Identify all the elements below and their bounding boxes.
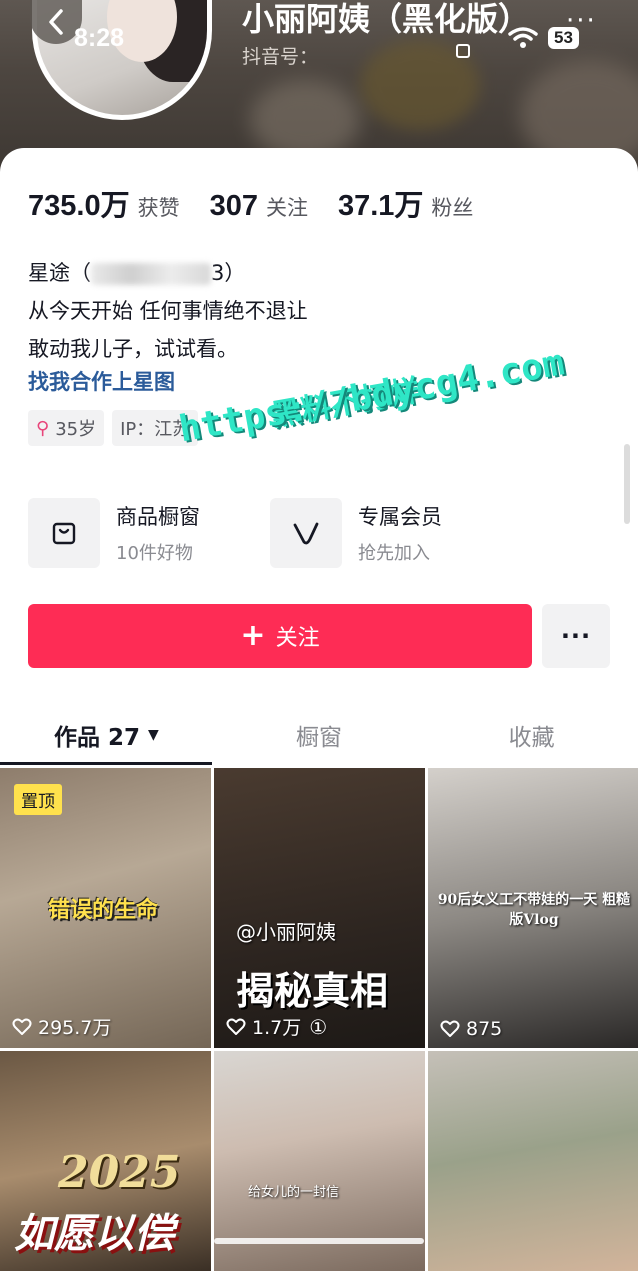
video-likes: 295.7万 <box>12 1013 111 1040</box>
heart-icon <box>440 1020 460 1037</box>
video-caption: 如愿以偿 <box>14 1211 174 1257</box>
profile-name: 小丽阿姨（黑化版） <box>242 0 531 38</box>
v-member-icon <box>270 498 342 568</box>
feature-title: 商品橱窗 <box>116 505 200 529</box>
video-caption: 揭秘真相 <box>236 969 389 1013</box>
like-count: 1.7万 <box>252 1017 302 1039</box>
bio-line-1: 星途（ 3） <box>28 254 308 292</box>
video-caption-mention: @小丽阿姨 <box>236 920 336 944</box>
cooperation-link[interactable]: 找我合作上星图 <box>28 366 175 396</box>
feature-title: 专属会员 <box>358 505 442 529</box>
like-count: 875 <box>466 1018 503 1040</box>
followers-label: 粉丝 <box>431 196 474 220</box>
video-caption: 给女儿的一封信 <box>248 1185 340 1200</box>
chevron-left-icon <box>49 9 63 35</box>
product-showcase-entry[interactable]: 商品橱窗 10件好物 <box>28 498 200 568</box>
home-indicator <box>214 1238 424 1244</box>
bio-line-1-suffix: 3） <box>211 261 246 285</box>
age-tag: ⚲ 35岁 <box>28 410 105 446</box>
video-thumbnail[interactable]: 置顶 错误的生命 295.7万 <box>0 768 211 1048</box>
video-thumbnail[interactable]: @小丽阿姨 揭秘真相 1.7万 ① <box>214 768 425 1048</box>
age-tag-label: 35岁 <box>55 419 97 440</box>
feature-subtitle: 10件好物 <box>116 543 193 564</box>
active-tab-indicator <box>0 762 212 765</box>
wifi-icon <box>508 27 538 48</box>
douyin-id-label[interactable]: 抖音号： <box>242 42 318 69</box>
episode-number: ① <box>309 1014 328 1039</box>
heart-icon <box>226 1018 246 1035</box>
followers-count[interactable]: 37.1万 <box>338 182 423 224</box>
bio-line-2: 从今天开始 任何事情绝不退让 <box>28 299 308 323</box>
video-thumbnail[interactable]: 90后女义工不带娃的一天 粗糙版Vlog 875 <box>428 768 638 1048</box>
profile-bio: 星途（ 3） 从今天开始 任何事情绝不退让 敢动我儿子，试试看。 <box>28 254 308 368</box>
video-thumbnail[interactable]: 2025 如愿以偿 <box>0 1051 211 1271</box>
likes-label: 获赞 <box>137 196 180 220</box>
video-caption: 90后女义工不带娃的一天 粗糙版Vlog <box>437 892 631 928</box>
likes-count[interactable]: 735.0万 <box>28 182 130 224</box>
scrollbar-thumb[interactable] <box>624 444 630 524</box>
video-grid: 置顶 错误的生命 295.7万 @小丽阿姨 揭秘真相 1.7万 ① 90后女义工… <box>0 768 638 1271</box>
profile-card: 735.0万 获赞 307 关注 37.1万 粉丝 星途（ 3） 从今天开始 任何… <box>0 148 638 1280</box>
follow-button-label: 关注 <box>275 626 320 651</box>
tab-works-label: 作品 27 <box>53 725 140 751</box>
video-caption: 错误的生命 <box>48 898 159 923</box>
tab-works[interactable]: 作品 27 ▼ <box>0 704 213 766</box>
profile-stats: 735.0万 获赞 307 关注 37.1万 粉丝 <box>28 182 503 224</box>
bio-line-1-prefix: 星途（ <box>28 261 91 285</box>
video-likes: 1.7万 ① <box>226 1013 327 1040</box>
like-count: 295.7万 <box>38 1017 112 1039</box>
profile-tags: ⚲ 35岁 IP：江苏 <box>28 410 199 446</box>
following-count[interactable]: 307 <box>210 190 258 223</box>
status-time: 8:28 <box>74 24 125 52</box>
profile-tabs: 作品 27 ▼ 橱窗 收藏 <box>0 704 638 766</box>
heart-icon <box>12 1018 32 1035</box>
battery-indicator: 53 <box>548 27 579 49</box>
shopping-bag-icon <box>28 498 100 568</box>
status-indicators: 53 <box>508 26 579 50</box>
feature-subtitle: 抢先加入 <box>358 543 430 564</box>
video-thumbnail[interactable] <box>428 1051 638 1271</box>
follow-button[interactable]: + 关注 <box>28 604 532 668</box>
video-likes: 875 <box>440 1018 502 1040</box>
plus-icon: + <box>240 618 266 653</box>
copy-icon[interactable] <box>456 44 470 58</box>
bio-line-3: 敢动我儿子，试试看。 <box>28 337 238 361</box>
tab-favorites[interactable]: 收藏 <box>425 704 638 766</box>
pinned-badge: 置顶 <box>14 784 62 815</box>
more-actions-button[interactable]: ··· <box>542 604 610 668</box>
caret-down-icon: ▼ <box>147 727 159 743</box>
tab-showcase[interactable]: 橱窗 <box>213 704 426 766</box>
exclusive-member-entry[interactable]: 专属会员 抢先加入 <box>270 498 442 568</box>
following-label: 关注 <box>265 196 308 220</box>
female-icon: ⚲ <box>36 417 50 439</box>
blurred-text <box>91 263 211 285</box>
video-caption-year: 2025 <box>58 1147 181 1198</box>
